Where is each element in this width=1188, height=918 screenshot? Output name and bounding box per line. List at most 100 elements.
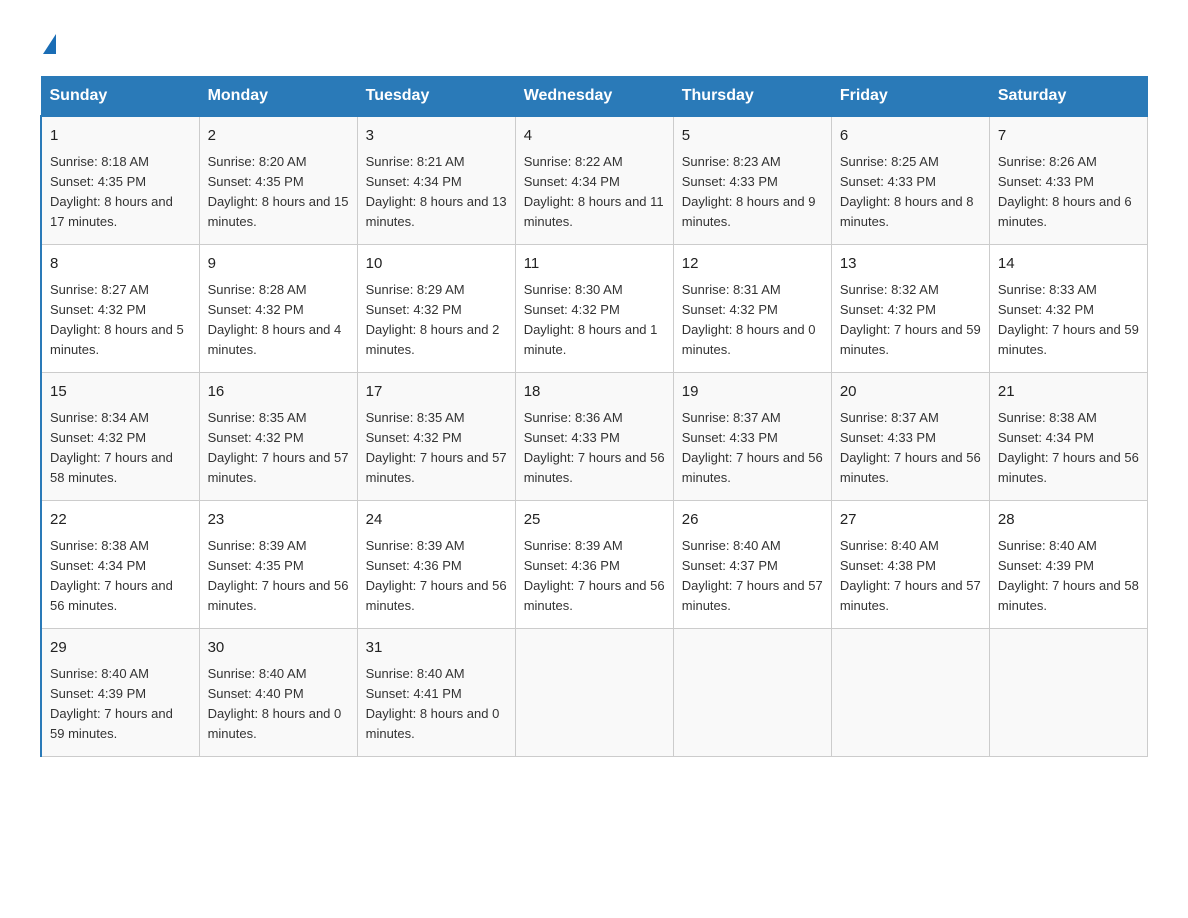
day-info: Sunrise: 8:26 AMSunset: 4:33 PMDaylight:… [998,152,1139,233]
day-cell: 22Sunrise: 8:38 AMSunset: 4:34 PMDayligh… [41,501,199,629]
day-cell: 13 Sunrise: 8:32 AMSunset: 4:32 PMDayligh… [831,245,989,373]
day-number: 21 [998,381,1139,404]
day-cell: 24Sunrise: 8:39 AMSunset: 4:36 PMDayligh… [357,501,515,629]
day-cell: 21 Sunrise: 8:38 AMSunset: 4:34 PMDayligh… [989,373,1147,501]
col-header-wednesday: Wednesday [515,77,673,117]
day-number: 31 [366,637,507,660]
day-info: Sunrise: 8:18 AMSunset: 4:35 PMDaylight:… [50,152,191,233]
day-number: 14 [998,253,1139,276]
day-cell: 3 Sunrise: 8:21 AMSunset: 4:34 PMDaylight… [357,116,515,245]
day-cell: 9 Sunrise: 8:28 AMSunset: 4:32 PMDaylight… [199,245,357,373]
day-cell: 28Sunrise: 8:40 AMSunset: 4:39 PMDayligh… [989,501,1147,629]
day-number: 20 [840,381,981,404]
page-header [40,30,1148,56]
day-cell: 27 Sunrise: 8:40 AMSunset: 4:38 PMDayligh… [831,501,989,629]
day-info: Sunrise: 8:31 AMSunset: 4:32 PMDaylight:… [682,280,823,361]
day-number: 25 [524,509,665,532]
day-cell: 30Sunrise: 8:40 AMSunset: 4:40 PMDayligh… [199,629,357,757]
week-row-3: 15Sunrise: 8:34 AMSunset: 4:32 PMDayligh… [41,373,1148,501]
day-number: 26 [682,509,823,532]
day-info: Sunrise: 8:40 AMSunset: 4:38 PMDaylight:… [840,536,981,617]
day-number: 2 [208,125,349,148]
day-number: 29 [50,637,191,660]
day-cell: 26 Sunrise: 8:40 AMSunset: 4:37 PMDayligh… [673,501,831,629]
day-info: Sunrise: 8:27 AMSunset: 4:32 PMDaylight:… [50,280,191,361]
day-cell: 5 Sunrise: 8:23 AMSunset: 4:33 PMDaylight… [673,116,831,245]
day-info: Sunrise: 8:38 AMSunset: 4:34 PMDaylight:… [998,408,1139,489]
day-number: 27 [840,509,981,532]
day-info: Sunrise: 8:37 AMSunset: 4:33 PMDaylight:… [840,408,981,489]
day-cell [515,629,673,757]
day-info: Sunrise: 8:29 AMSunset: 4:32 PMDaylight:… [366,280,507,361]
header-row: SundayMondayTuesdayWednesdayThursdayFrid… [41,77,1148,117]
col-header-friday: Friday [831,77,989,117]
day-number: 16 [208,381,349,404]
week-row-5: 29 Sunrise: 8:40 AMSunset: 4:39 PMDayligh… [41,629,1148,757]
day-cell: 7 Sunrise: 8:26 AMSunset: 4:33 PMDaylight… [989,116,1147,245]
day-info: Sunrise: 8:20 AMSunset: 4:35 PMDaylight:… [208,152,349,233]
day-number: 12 [682,253,823,276]
day-info: Sunrise: 8:40 AMSunset: 4:39 PMDaylight:… [50,664,191,745]
day-cell [831,629,989,757]
day-number: 1 [50,125,191,148]
day-number: 18 [524,381,665,404]
day-number: 17 [366,381,507,404]
logo [40,30,56,56]
day-cell: 20 Sunrise: 8:37 AMSunset: 4:33 PMDayligh… [831,373,989,501]
day-cell: 15Sunrise: 8:34 AMSunset: 4:32 PMDayligh… [41,373,199,501]
day-info: Sunrise: 8:35 AMSunset: 4:32 PMDaylight:… [208,408,349,489]
calendar-table: SundayMondayTuesdayWednesdayThursdayFrid… [40,76,1148,757]
day-info: Sunrise: 8:37 AMSunset: 4:33 PMDaylight:… [682,408,823,489]
day-info: Sunrise: 8:40 AMSunset: 4:41 PMDaylight:… [366,664,507,745]
col-header-sunday: Sunday [41,77,199,117]
day-cell: 25 Sunrise: 8:39 AMSunset: 4:36 PMDayligh… [515,501,673,629]
day-cell: 17 Sunrise: 8:35 AMSunset: 4:32 PMDayligh… [357,373,515,501]
day-cell: 14Sunrise: 8:33 AMSunset: 4:32 PMDayligh… [989,245,1147,373]
day-number: 7 [998,125,1139,148]
day-cell: 6 Sunrise: 8:25 AMSunset: 4:33 PMDaylight… [831,116,989,245]
day-number: 19 [682,381,823,404]
day-info: Sunrise: 8:23 AMSunset: 4:33 PMDaylight:… [682,152,823,233]
day-info: Sunrise: 8:39 AMSunset: 4:36 PMDaylight:… [366,536,507,617]
week-row-1: 1 Sunrise: 8:18 AMSunset: 4:35 PMDaylight… [41,116,1148,245]
day-info: Sunrise: 8:39 AMSunset: 4:35 PMDaylight:… [208,536,349,617]
day-number: 9 [208,253,349,276]
day-cell: 11 Sunrise: 8:30 AMSunset: 4:32 PMDayligh… [515,245,673,373]
day-cell: 16 Sunrise: 8:35 AMSunset: 4:32 PMDayligh… [199,373,357,501]
day-info: Sunrise: 8:28 AMSunset: 4:32 PMDaylight:… [208,280,349,361]
day-info: Sunrise: 8:21 AMSunset: 4:34 PMDaylight:… [366,152,507,233]
day-cell [673,629,831,757]
day-number: 4 [524,125,665,148]
day-number: 8 [50,253,191,276]
col-header-monday: Monday [199,77,357,117]
day-info: Sunrise: 8:38 AMSunset: 4:34 PMDaylight:… [50,536,191,617]
col-header-saturday: Saturday [989,77,1147,117]
day-number: 3 [366,125,507,148]
day-info: Sunrise: 8:34 AMSunset: 4:32 PMDaylight:… [50,408,191,489]
col-header-tuesday: Tuesday [357,77,515,117]
day-cell: 18Sunrise: 8:36 AMSunset: 4:33 PMDayligh… [515,373,673,501]
day-cell: 2 Sunrise: 8:20 AMSunset: 4:35 PMDaylight… [199,116,357,245]
day-number: 11 [524,253,665,276]
day-cell: 1 Sunrise: 8:18 AMSunset: 4:35 PMDaylight… [41,116,199,245]
day-number: 13 [840,253,981,276]
day-number: 5 [682,125,823,148]
day-info: Sunrise: 8:32 AMSunset: 4:32 PMDaylight:… [840,280,981,361]
day-info: Sunrise: 8:30 AMSunset: 4:32 PMDaylight:… [524,280,665,361]
day-number: 6 [840,125,981,148]
day-number: 23 [208,509,349,532]
day-number: 28 [998,509,1139,532]
col-header-thursday: Thursday [673,77,831,117]
day-cell: 10 Sunrise: 8:29 AMSunset: 4:32 PMDayligh… [357,245,515,373]
day-number: 10 [366,253,507,276]
day-cell: 29 Sunrise: 8:40 AMSunset: 4:39 PMDayligh… [41,629,199,757]
day-info: Sunrise: 8:25 AMSunset: 4:33 PMDaylight:… [840,152,981,233]
day-cell: 23 Sunrise: 8:39 AMSunset: 4:35 PMDayligh… [199,501,357,629]
day-info: Sunrise: 8:40 AMSunset: 4:40 PMDaylight:… [208,664,349,745]
day-cell: 19 Sunrise: 8:37 AMSunset: 4:33 PMDayligh… [673,373,831,501]
week-row-2: 8 Sunrise: 8:27 AMSunset: 4:32 PMDaylight… [41,245,1148,373]
day-cell: 8 Sunrise: 8:27 AMSunset: 4:32 PMDaylight… [41,245,199,373]
day-info: Sunrise: 8:35 AMSunset: 4:32 PMDaylight:… [366,408,507,489]
day-info: Sunrise: 8:40 AMSunset: 4:37 PMDaylight:… [682,536,823,617]
day-info: Sunrise: 8:39 AMSunset: 4:36 PMDaylight:… [524,536,665,617]
